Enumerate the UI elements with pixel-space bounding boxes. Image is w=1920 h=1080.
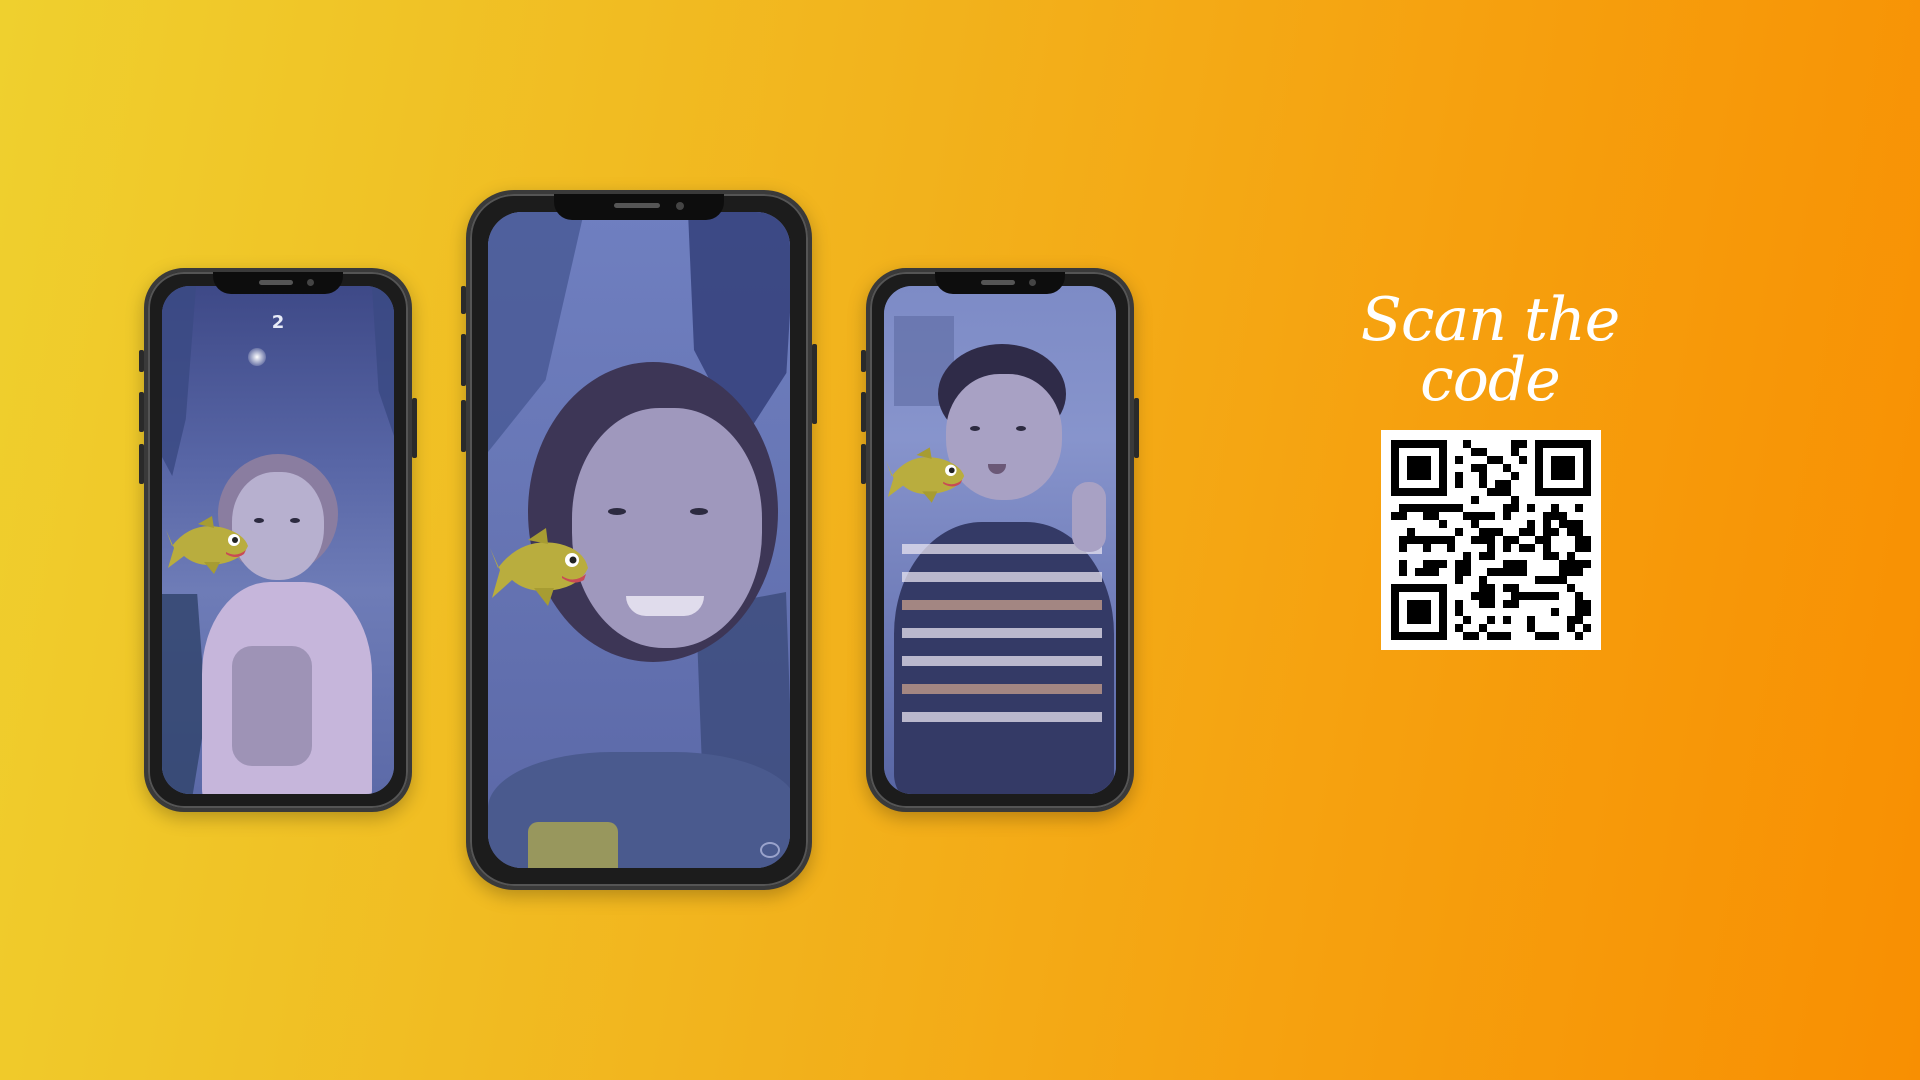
qr-code-icon bbox=[1391, 440, 1591, 640]
person-eye bbox=[970, 426, 980, 431]
person-eye bbox=[290, 518, 300, 523]
phone-button bbox=[461, 334, 466, 386]
shirt-stripe bbox=[902, 712, 1102, 722]
phone-notch bbox=[554, 194, 724, 220]
qr-code[interactable] bbox=[1381, 430, 1601, 650]
phone-button bbox=[139, 350, 144, 372]
phone-screen-right bbox=[884, 286, 1116, 794]
shirt-stripe bbox=[902, 684, 1102, 694]
speaker-grille bbox=[614, 203, 660, 208]
phone-notch bbox=[935, 272, 1065, 294]
phone-button bbox=[1134, 398, 1139, 458]
shark-icon bbox=[166, 516, 248, 574]
phone-button bbox=[861, 444, 866, 484]
shirt-stripe bbox=[902, 544, 1102, 554]
shirt-stripe bbox=[902, 572, 1102, 582]
phone-button bbox=[812, 344, 817, 424]
phone-button bbox=[139, 392, 144, 432]
ceiling-light bbox=[248, 348, 266, 366]
shark-icon bbox=[490, 528, 588, 606]
person-eye bbox=[1016, 426, 1026, 431]
score-counter: 2 bbox=[271, 312, 285, 333]
speaker-grille bbox=[259, 280, 293, 285]
person-hand bbox=[1072, 482, 1106, 552]
phone-mockup-right bbox=[861, 268, 1139, 812]
shutter-icon bbox=[760, 842, 780, 858]
front-camera bbox=[307, 279, 314, 286]
promo-canvas: 2 Scan the code bbox=[0, 0, 1920, 1080]
shirt-stripe bbox=[902, 656, 1102, 666]
person-eye bbox=[254, 518, 264, 523]
shirt-stripe bbox=[902, 628, 1102, 638]
phone-button bbox=[861, 392, 866, 432]
phone-mockup-left: 2 bbox=[139, 268, 417, 812]
phone-mockup-center bbox=[461, 190, 817, 890]
speaker-grille bbox=[981, 280, 1015, 285]
front-camera bbox=[676, 202, 684, 210]
shirt-stripe bbox=[902, 600, 1102, 610]
phone-button bbox=[461, 400, 466, 452]
person-smile bbox=[626, 596, 704, 616]
front-camera bbox=[1029, 279, 1036, 286]
person-eye bbox=[690, 508, 708, 515]
phone-button bbox=[412, 398, 417, 458]
phone-button bbox=[139, 444, 144, 484]
phone-button bbox=[461, 286, 466, 314]
phone-button bbox=[861, 350, 866, 372]
phone-screen-center bbox=[488, 212, 790, 868]
scan-code-heading: Scan the code bbox=[1360, 285, 1620, 415]
phone-screen-left: 2 bbox=[162, 286, 394, 794]
person-eye bbox=[608, 508, 626, 515]
shirt-print bbox=[232, 646, 312, 766]
phone-notch bbox=[213, 272, 343, 294]
shark-icon bbox=[885, 447, 965, 503]
shirt-collar bbox=[528, 822, 618, 868]
